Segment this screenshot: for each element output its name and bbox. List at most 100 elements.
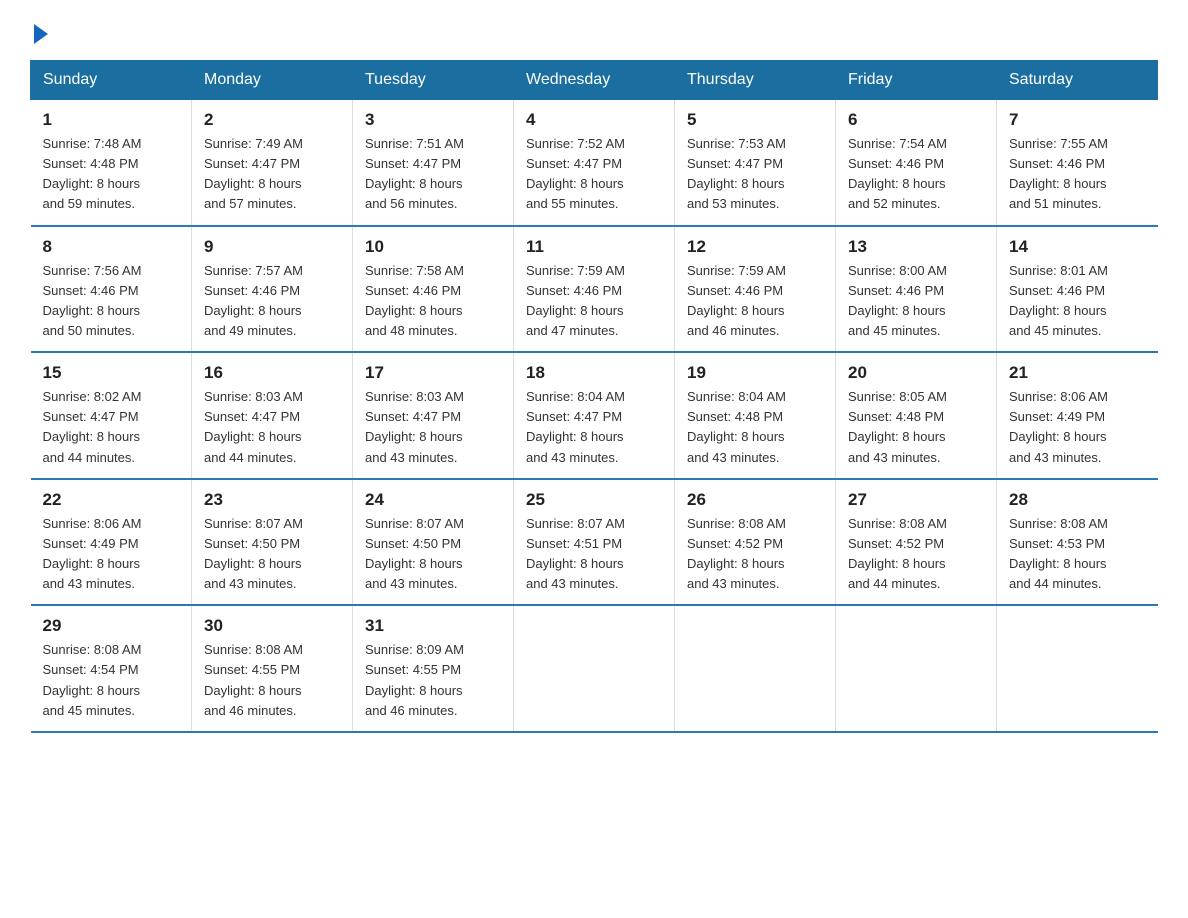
- day-info: Sunrise: 8:03 AMSunset: 4:47 PMDaylight:…: [204, 387, 340, 468]
- calendar-week-row: 1 Sunrise: 7:48 AMSunset: 4:48 PMDayligh…: [31, 100, 1158, 226]
- day-number: 26: [687, 490, 823, 510]
- day-info: Sunrise: 8:03 AMSunset: 4:47 PMDaylight:…: [365, 387, 501, 468]
- day-number: 23: [204, 490, 340, 510]
- calendar-cell: 20 Sunrise: 8:05 AMSunset: 4:48 PMDaylig…: [836, 352, 997, 479]
- calendar-cell: 8 Sunrise: 7:56 AMSunset: 4:46 PMDayligh…: [31, 226, 192, 353]
- day-number: 29: [43, 616, 180, 636]
- day-number: 16: [204, 363, 340, 383]
- calendar-cell: 16 Sunrise: 8:03 AMSunset: 4:47 PMDaylig…: [192, 352, 353, 479]
- day-info: Sunrise: 8:07 AMSunset: 4:50 PMDaylight:…: [204, 514, 340, 595]
- calendar-cell: 25 Sunrise: 8:07 AMSunset: 4:51 PMDaylig…: [514, 479, 675, 606]
- calendar-cell: 26 Sunrise: 8:08 AMSunset: 4:52 PMDaylig…: [675, 479, 836, 606]
- day-number: 30: [204, 616, 340, 636]
- day-info: Sunrise: 8:09 AMSunset: 4:55 PMDaylight:…: [365, 640, 501, 721]
- logo-arrow-icon: [34, 24, 48, 44]
- calendar-header-row: SundayMondayTuesdayWednesdayThursdayFrid…: [31, 61, 1158, 100]
- weekday-header-sunday: Sunday: [31, 61, 192, 100]
- day-number: 10: [365, 237, 501, 257]
- calendar-cell: [675, 605, 836, 732]
- day-info: Sunrise: 8:08 AMSunset: 4:52 PMDaylight:…: [687, 514, 823, 595]
- day-info: Sunrise: 7:59 AMSunset: 4:46 PMDaylight:…: [526, 261, 662, 342]
- day-info: Sunrise: 7:54 AMSunset: 4:46 PMDaylight:…: [848, 134, 984, 215]
- day-info: Sunrise: 7:48 AMSunset: 4:48 PMDaylight:…: [43, 134, 180, 215]
- weekday-header-thursday: Thursday: [675, 61, 836, 100]
- calendar-cell: 2 Sunrise: 7:49 AMSunset: 4:47 PMDayligh…: [192, 100, 353, 226]
- day-number: 4: [526, 110, 662, 130]
- day-info: Sunrise: 7:59 AMSunset: 4:46 PMDaylight:…: [687, 261, 823, 342]
- day-info: Sunrise: 8:08 AMSunset: 4:55 PMDaylight:…: [204, 640, 340, 721]
- weekday-header-saturday: Saturday: [997, 61, 1158, 100]
- calendar-cell: 28 Sunrise: 8:08 AMSunset: 4:53 PMDaylig…: [997, 479, 1158, 606]
- day-info: Sunrise: 8:08 AMSunset: 4:53 PMDaylight:…: [1009, 514, 1146, 595]
- day-number: 12: [687, 237, 823, 257]
- calendar-cell: 22 Sunrise: 8:06 AMSunset: 4:49 PMDaylig…: [31, 479, 192, 606]
- day-info: Sunrise: 7:53 AMSunset: 4:47 PMDaylight:…: [687, 134, 823, 215]
- day-number: 14: [1009, 237, 1146, 257]
- page-header: [30, 20, 1158, 40]
- calendar-cell: 24 Sunrise: 8:07 AMSunset: 4:50 PMDaylig…: [353, 479, 514, 606]
- calendar-cell: 1 Sunrise: 7:48 AMSunset: 4:48 PMDayligh…: [31, 100, 192, 226]
- day-number: 2: [204, 110, 340, 130]
- calendar-cell: 21 Sunrise: 8:06 AMSunset: 4:49 PMDaylig…: [997, 352, 1158, 479]
- day-number: 15: [43, 363, 180, 383]
- day-number: 25: [526, 490, 662, 510]
- day-info: Sunrise: 7:58 AMSunset: 4:46 PMDaylight:…: [365, 261, 501, 342]
- calendar-table: SundayMondayTuesdayWednesdayThursdayFrid…: [30, 60, 1158, 733]
- day-number: 9: [204, 237, 340, 257]
- day-number: 8: [43, 237, 180, 257]
- calendar-cell: 6 Sunrise: 7:54 AMSunset: 4:46 PMDayligh…: [836, 100, 997, 226]
- day-info: Sunrise: 8:04 AMSunset: 4:47 PMDaylight:…: [526, 387, 662, 468]
- day-info: Sunrise: 8:00 AMSunset: 4:46 PMDaylight:…: [848, 261, 984, 342]
- day-info: Sunrise: 8:07 AMSunset: 4:51 PMDaylight:…: [526, 514, 662, 595]
- calendar-cell: 12 Sunrise: 7:59 AMSunset: 4:46 PMDaylig…: [675, 226, 836, 353]
- day-info: Sunrise: 7:55 AMSunset: 4:46 PMDaylight:…: [1009, 134, 1146, 215]
- day-number: 21: [1009, 363, 1146, 383]
- day-number: 22: [43, 490, 180, 510]
- calendar-cell: 29 Sunrise: 8:08 AMSunset: 4:54 PMDaylig…: [31, 605, 192, 732]
- day-number: 31: [365, 616, 501, 636]
- calendar-cell: [514, 605, 675, 732]
- day-info: Sunrise: 7:49 AMSunset: 4:47 PMDaylight:…: [204, 134, 340, 215]
- day-info: Sunrise: 7:56 AMSunset: 4:46 PMDaylight:…: [43, 261, 180, 342]
- day-number: 11: [526, 237, 662, 257]
- calendar-week-row: 15 Sunrise: 8:02 AMSunset: 4:47 PMDaylig…: [31, 352, 1158, 479]
- day-number: 17: [365, 363, 501, 383]
- day-number: 3: [365, 110, 501, 130]
- logo: [30, 20, 48, 40]
- day-number: 19: [687, 363, 823, 383]
- day-number: 5: [687, 110, 823, 130]
- day-number: 24: [365, 490, 501, 510]
- day-info: Sunrise: 8:05 AMSunset: 4:48 PMDaylight:…: [848, 387, 984, 468]
- calendar-cell: [997, 605, 1158, 732]
- calendar-cell: 3 Sunrise: 7:51 AMSunset: 4:47 PMDayligh…: [353, 100, 514, 226]
- calendar-cell: 15 Sunrise: 8:02 AMSunset: 4:47 PMDaylig…: [31, 352, 192, 479]
- calendar-cell: [836, 605, 997, 732]
- calendar-cell: 10 Sunrise: 7:58 AMSunset: 4:46 PMDaylig…: [353, 226, 514, 353]
- calendar-cell: 17 Sunrise: 8:03 AMSunset: 4:47 PMDaylig…: [353, 352, 514, 479]
- day-info: Sunrise: 8:07 AMSunset: 4:50 PMDaylight:…: [365, 514, 501, 595]
- day-info: Sunrise: 7:52 AMSunset: 4:47 PMDaylight:…: [526, 134, 662, 215]
- calendar-cell: 30 Sunrise: 8:08 AMSunset: 4:55 PMDaylig…: [192, 605, 353, 732]
- day-info: Sunrise: 8:06 AMSunset: 4:49 PMDaylight:…: [43, 514, 180, 595]
- day-number: 7: [1009, 110, 1146, 130]
- day-info: Sunrise: 8:06 AMSunset: 4:49 PMDaylight:…: [1009, 387, 1146, 468]
- day-info: Sunrise: 8:04 AMSunset: 4:48 PMDaylight:…: [687, 387, 823, 468]
- day-info: Sunrise: 7:51 AMSunset: 4:47 PMDaylight:…: [365, 134, 501, 215]
- weekday-header-wednesday: Wednesday: [514, 61, 675, 100]
- day-number: 18: [526, 363, 662, 383]
- calendar-cell: 13 Sunrise: 8:00 AMSunset: 4:46 PMDaylig…: [836, 226, 997, 353]
- calendar-cell: 18 Sunrise: 8:04 AMSunset: 4:47 PMDaylig…: [514, 352, 675, 479]
- weekday-header-friday: Friday: [836, 61, 997, 100]
- calendar-cell: 31 Sunrise: 8:09 AMSunset: 4:55 PMDaylig…: [353, 605, 514, 732]
- calendar-week-row: 8 Sunrise: 7:56 AMSunset: 4:46 PMDayligh…: [31, 226, 1158, 353]
- calendar-cell: 27 Sunrise: 8:08 AMSunset: 4:52 PMDaylig…: [836, 479, 997, 606]
- calendar-cell: 4 Sunrise: 7:52 AMSunset: 4:47 PMDayligh…: [514, 100, 675, 226]
- day-number: 13: [848, 237, 984, 257]
- weekday-header-tuesday: Tuesday: [353, 61, 514, 100]
- day-number: 27: [848, 490, 984, 510]
- day-info: Sunrise: 7:57 AMSunset: 4:46 PMDaylight:…: [204, 261, 340, 342]
- weekday-header-monday: Monday: [192, 61, 353, 100]
- calendar-cell: 5 Sunrise: 7:53 AMSunset: 4:47 PMDayligh…: [675, 100, 836, 226]
- calendar-cell: 7 Sunrise: 7:55 AMSunset: 4:46 PMDayligh…: [997, 100, 1158, 226]
- calendar-cell: 14 Sunrise: 8:01 AMSunset: 4:46 PMDaylig…: [997, 226, 1158, 353]
